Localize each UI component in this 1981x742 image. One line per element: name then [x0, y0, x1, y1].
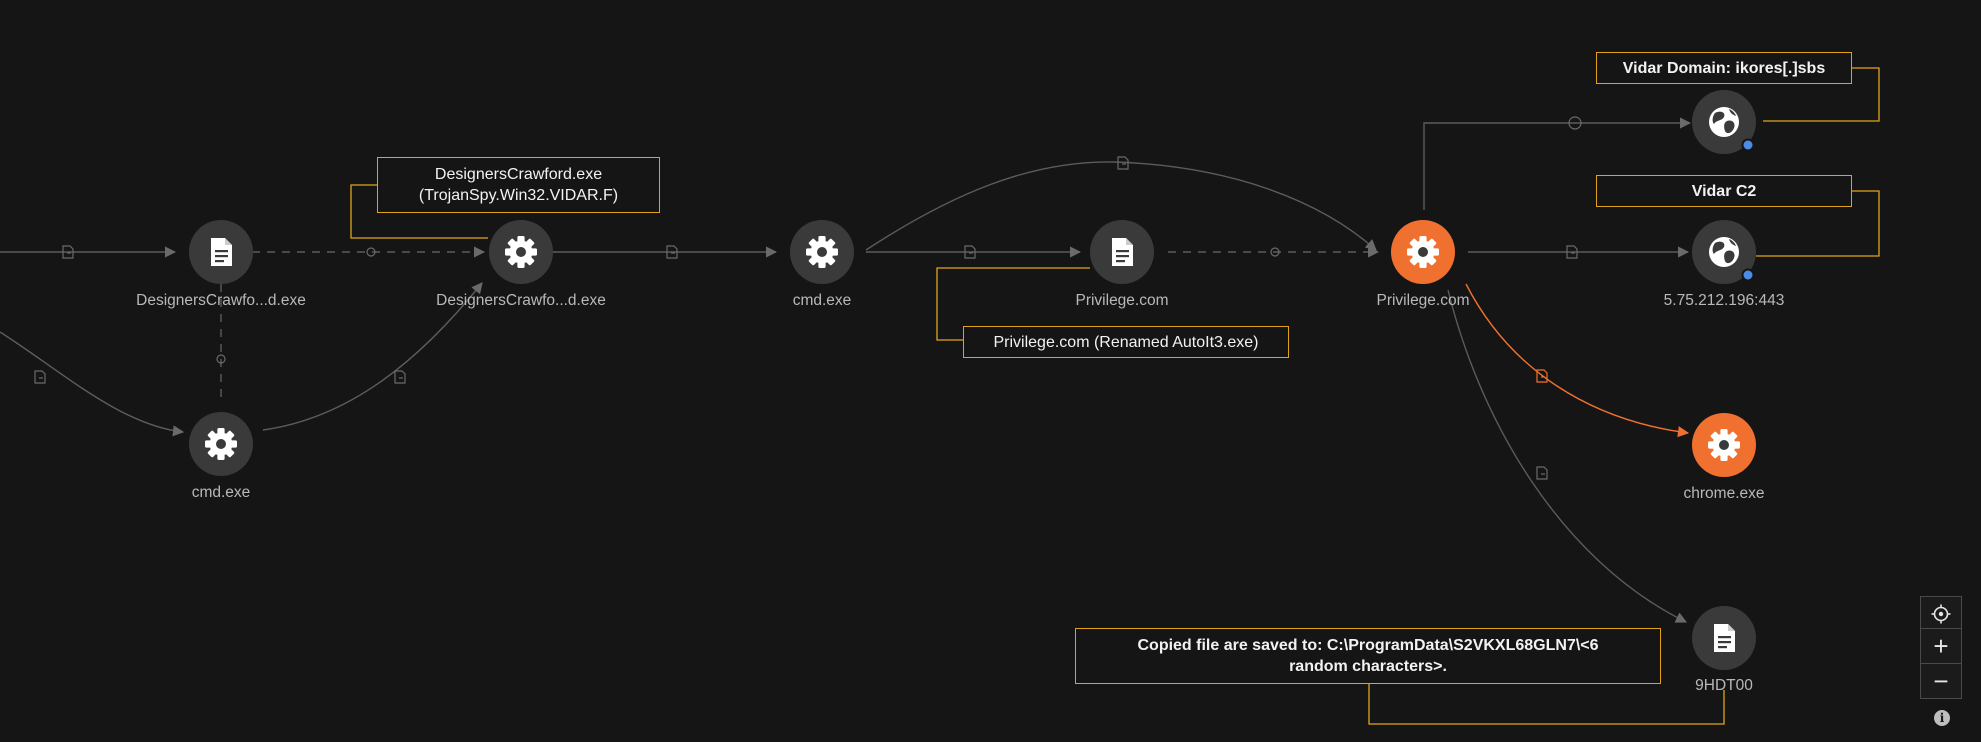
file-write-icon: [394, 370, 406, 384]
note-vidar-c2: Vidar C2: [1596, 175, 1852, 207]
zoom-out-button[interactable]: −: [1920, 663, 1962, 699]
node-label-privilege-process: Privilege.com: [1376, 292, 1470, 309]
node-label-cmd-2: cmd.exe: [191, 484, 251, 501]
note-privilege-text: Privilege.com (Renamed AutoIt3.exe): [993, 333, 1259, 351]
gear-icon: [1708, 429, 1740, 461]
note-designers-line2: (TrojanSpy.Win32.VIDAR.F): [418, 187, 619, 204]
node-label-privilege-file: Privilege.com: [1075, 292, 1169, 309]
file-write-icon: [1536, 466, 1548, 480]
node-privilege-process[interactable]: [1391, 220, 1455, 284]
graph-edges: [0, 117, 1692, 623]
note-privilege: Privilege.com (Renamed AutoIt3.exe): [963, 326, 1289, 358]
note-vidar-domain: Vidar Domain: ikores[.]sbs: [1596, 52, 1852, 84]
gear-icon: [205, 428, 237, 460]
node-label-chrome: chrome.exe: [1683, 485, 1765, 502]
node-label-designers-file: DesignersCrawfo...d.exe: [136, 292, 306, 309]
note-copied-line1: Copied file are saved to: C:\ProgramData…: [1137, 637, 1599, 654]
info-icon[interactable]: i: [1934, 710, 1950, 726]
note-copied-line2: random characters>.: [1289, 658, 1447, 675]
document-icon: [1112, 238, 1133, 266]
node-designers-process[interactable]: [489, 220, 553, 284]
node-label-cmd-1: cmd.exe: [792, 292, 852, 309]
note-designers: DesignersCrawford.exe (TrojanSpy.Win32.V…: [377, 157, 660, 213]
file-write-icon: [34, 370, 46, 384]
edge-in-n4: [0, 331, 185, 437]
gear-icon: [505, 236, 537, 268]
node-vidar-c2[interactable]: [1692, 220, 1756, 284]
note-vidar-c2-text: Vidar C2: [1691, 182, 1757, 200]
globe-icon: [1709, 107, 1739, 137]
globe-icon: [1709, 237, 1739, 267]
node-cmd-process-1[interactable]: [790, 220, 854, 284]
status-dot: [1741, 138, 1755, 152]
process-graph[interactable]: [0, 0, 1981, 742]
recenter-button[interactable]: [1920, 596, 1962, 632]
note-vidar-domain-text: Vidar Domain: ikores[.]sbs: [1622, 59, 1826, 77]
node-label-designers-process: DesignersCrawfo...d.exe: [436, 292, 606, 309]
edge-n6-n10: [1447, 289, 1688, 623]
connector-copied: [1368, 684, 1725, 725]
node-privilege-file[interactable]: [1090, 220, 1154, 284]
node-label-c2-ip: 5.75.212.196:443: [1663, 292, 1785, 309]
node-designers-file[interactable]: [189, 220, 253, 284]
zoom-in-button[interactable]: +: [1920, 628, 1962, 664]
node-9hdt00-file[interactable]: [1692, 606, 1756, 670]
gear-icon: [806, 236, 838, 268]
edge-n6-n9: [1465, 283, 1690, 438]
document-icon: [1714, 624, 1735, 652]
node-vidar-domain[interactable]: [1692, 90, 1756, 154]
gear-icon: [1407, 236, 1439, 268]
node-label-9hdt00: 9HDT00: [1695, 677, 1753, 694]
node-chrome-process[interactable]: [1692, 413, 1756, 477]
note-copied-file: Copied file are saved to: C:\ProgramData…: [1075, 628, 1661, 684]
node-cmd-process-2[interactable]: [189, 412, 253, 476]
document-icon: [211, 238, 232, 266]
note-designers-line1: DesignersCrawford.exe: [434, 166, 603, 183]
crosshair-icon: [1931, 604, 1951, 624]
status-dot: [1741, 268, 1755, 282]
